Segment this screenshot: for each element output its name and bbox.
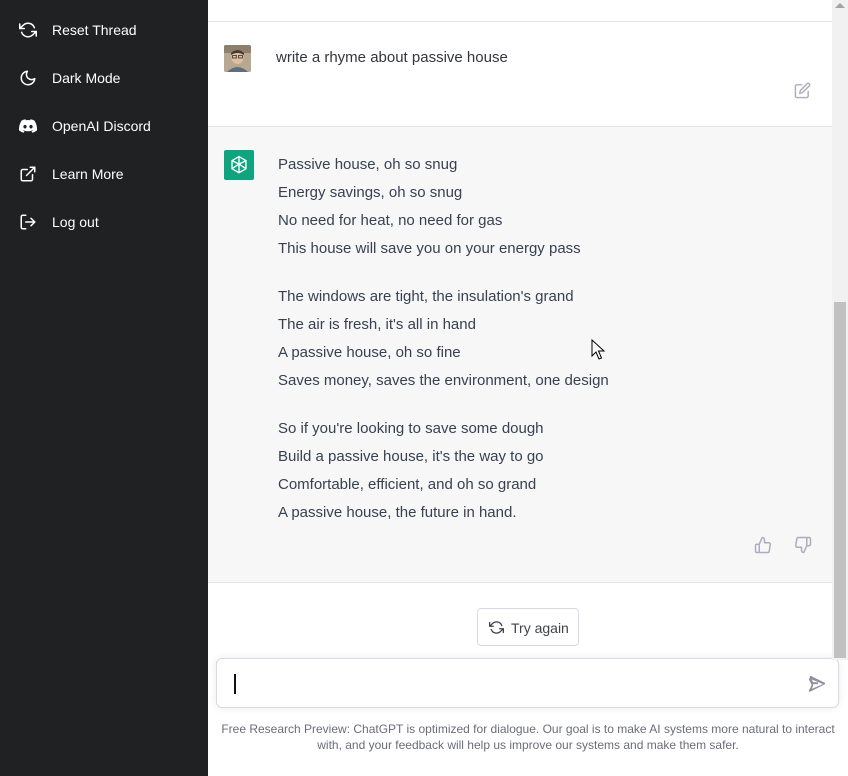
poem-line: A passive house, oh so fine xyxy=(278,344,461,361)
edit-icon[interactable] xyxy=(794,82,811,99)
poem-stanza-3: So if you're looking to save some dough … xyxy=(278,415,544,527)
poem-stanza-1: Passive house, oh so snug Energy savings… xyxy=(278,151,581,263)
sidebar-item-label: OpenAI Discord xyxy=(52,118,151,134)
scrollbar-thumb[interactable] xyxy=(834,302,846,658)
poem-line: Build a passive house, it's the way to g… xyxy=(278,448,544,465)
sidebar-item-label: Log out xyxy=(52,214,99,230)
user-message-text: write a rhyme about passive house xyxy=(276,49,508,66)
poem-line: So if you're looking to save some dough xyxy=(278,420,544,437)
user-message-row: write a rhyme about passive house xyxy=(208,22,832,127)
poem-line: No need for heat, no need for gas xyxy=(278,212,503,229)
moon-icon xyxy=(19,69,37,87)
thumbs-down-icon[interactable] xyxy=(794,536,812,554)
poem-line: Saves money, saves the environment, one … xyxy=(278,372,609,389)
try-again-label: Try again xyxy=(511,620,569,636)
poem-line: The air is fresh, it's all in hand xyxy=(278,316,476,333)
poem-line: Passive house, oh so snug xyxy=(278,156,458,173)
sidebar-item-openai-discord[interactable]: OpenAI Discord xyxy=(0,106,208,146)
assistant-message-row: Passive house, oh so snug Energy savings… xyxy=(208,127,832,583)
try-again-button[interactable]: Try again xyxy=(477,608,579,646)
sidebar-item-label: Learn More xyxy=(52,166,124,182)
reset-icon xyxy=(19,21,37,39)
openai-logo-icon xyxy=(224,150,254,180)
refresh-icon xyxy=(489,620,504,635)
poem-stanza-2: The windows are tight, the insulation's … xyxy=(278,283,609,395)
chat-main: write a rhyme about passive house Passiv… xyxy=(208,0,848,776)
thumbs-up-icon[interactable] xyxy=(754,536,772,554)
previous-message-edge xyxy=(208,0,832,22)
sidebar-item-reset-thread[interactable]: Reset Thread xyxy=(0,10,208,50)
external-link-icon xyxy=(19,165,37,183)
user-avatar xyxy=(224,45,251,72)
sidebar-item-label: Reset Thread xyxy=(52,22,137,38)
poem-line: Comfortable, efficient, and oh so grand xyxy=(278,476,537,493)
scroll-up-arrow-icon[interactable] xyxy=(835,3,845,8)
disclaimer-text: Free Research Preview: ChatGPT is optimi… xyxy=(221,722,835,752)
logout-icon xyxy=(19,213,37,231)
poem-line: The windows are tight, the insulation's … xyxy=(278,288,574,305)
mouse-pointer-icon xyxy=(591,338,606,361)
sidebar-item-label: Dark Mode xyxy=(52,70,121,86)
text-caret xyxy=(234,674,236,694)
send-icon[interactable] xyxy=(808,675,827,694)
poem-line: This house will save you on your energy … xyxy=(278,240,581,257)
scrollbar[interactable] xyxy=(832,0,848,660)
sidebar-item-learn-more[interactable]: Learn More xyxy=(0,154,208,194)
sidebar: Reset Thread Dark Mode OpenAI Discord Le… xyxy=(0,0,208,776)
discord-icon xyxy=(19,117,37,135)
poem-line: Energy savings, oh so snug xyxy=(278,184,463,201)
sidebar-item-dark-mode[interactable]: Dark Mode xyxy=(0,58,208,98)
poem-line: A passive house, the future in hand. xyxy=(278,504,517,521)
sidebar-item-log-out[interactable]: Log out xyxy=(0,202,208,242)
message-input[interactable] xyxy=(216,658,839,708)
